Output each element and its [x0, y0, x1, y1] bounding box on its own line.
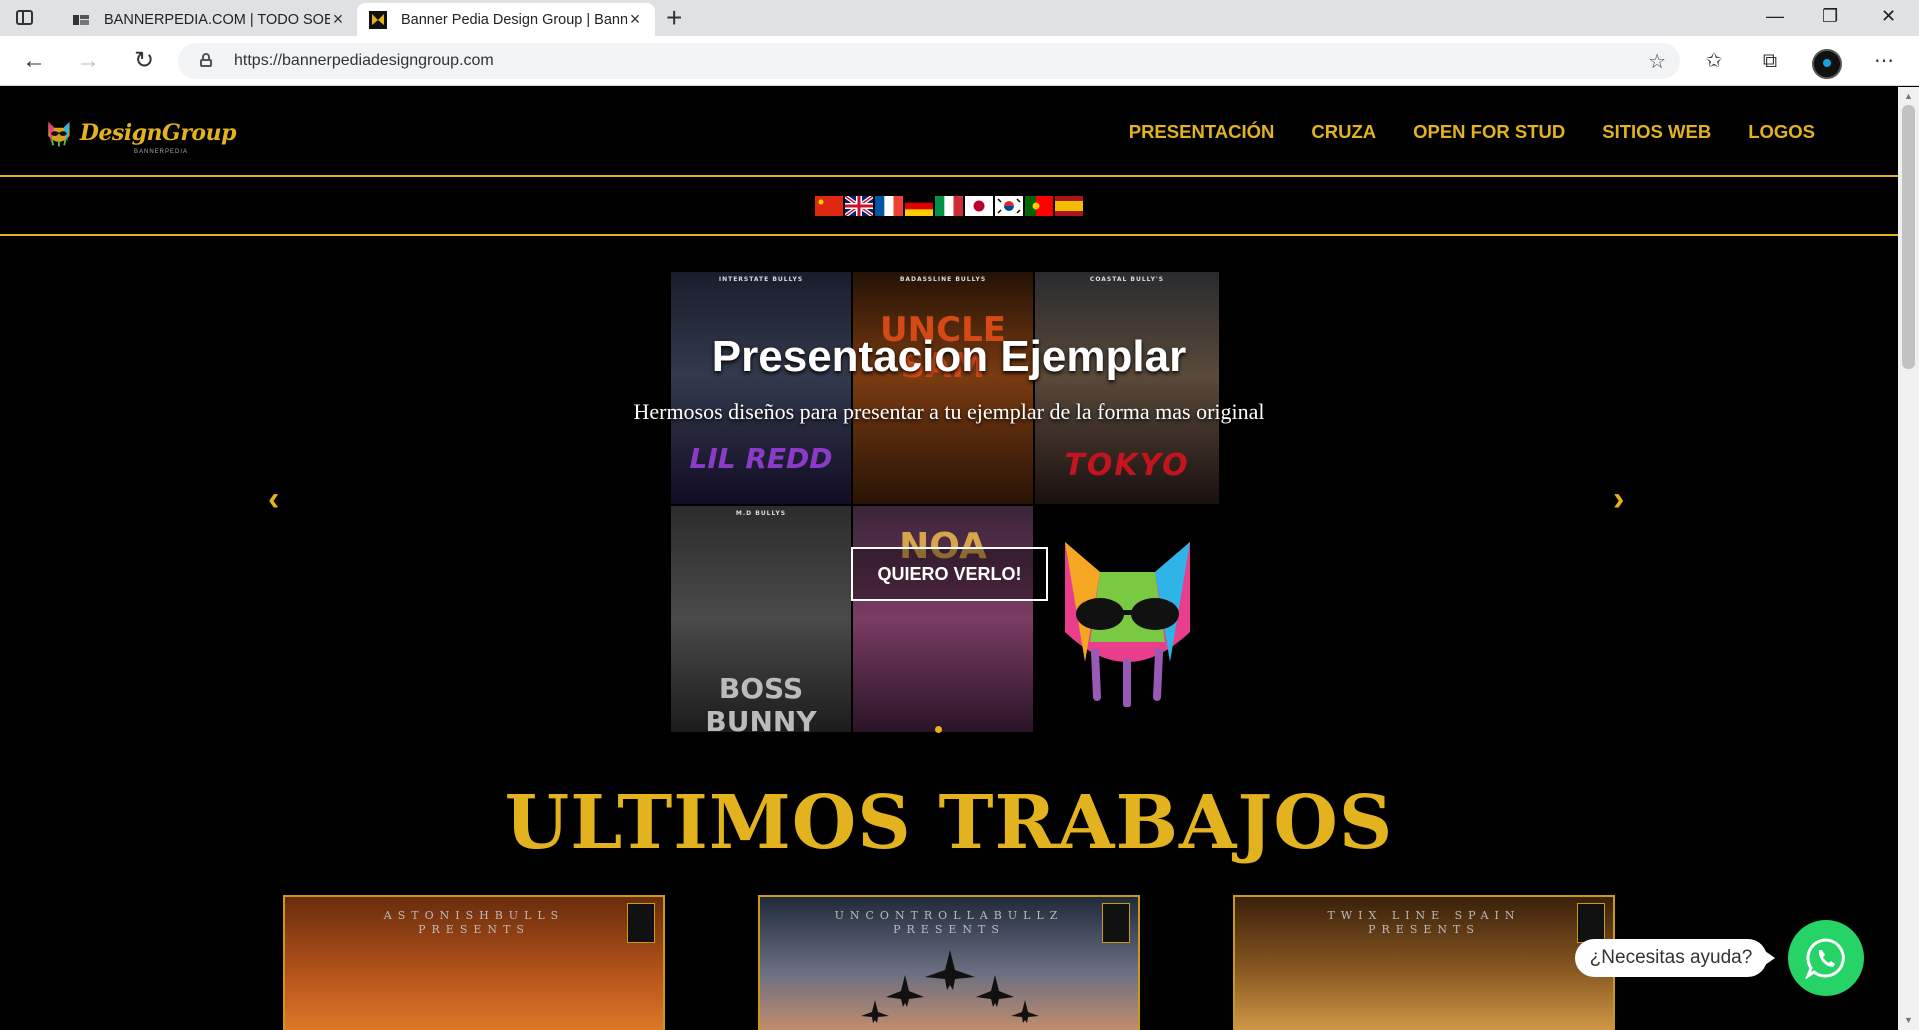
nav-item-open-for-stud[interactable]: OPEN FOR STUD	[1413, 121, 1565, 143]
work-card-subtitle: PRESENTS	[1368, 923, 1480, 936]
browser-tab-bannerpedia[interactable]: BANNERPEDIA.COM | TODO SOBRE ×	[60, 3, 358, 36]
jets-illustration-icon	[861, 950, 1039, 1023]
poster-lil-redd: INTERSTATE BULLYS LIL REDD	[671, 272, 851, 504]
ultimos-trabajos-heading: ULTIMOS TRABAJOS	[504, 780, 1394, 866]
work-card-title: ASTONISHBULLS	[383, 909, 565, 922]
poster-boss-bunny: M.D BULLYS BOSS BUNNY	[671, 506, 851, 732]
work-card[interactable]: ASTONISHBULLS PRESENTS	[283, 895, 665, 1030]
web-page: DesignGroup BANNERPEDIA PRESENTACIÓN CRU…	[0, 87, 1898, 1030]
minimize-window-button[interactable]: —	[1766, 6, 1784, 27]
add-favorite-icon[interactable]: ☆	[1648, 49, 1666, 74]
logo-text: DesignGroup	[79, 120, 237, 146]
designgroup-favicon-icon	[369, 10, 387, 29]
hero-title: Presentacion Ejemplar	[711, 332, 1187, 381]
reload-button[interactable]: ↻	[130, 47, 158, 75]
whatsapp-button[interactable]	[1788, 920, 1864, 996]
poster-main-text: TOKYO	[1064, 448, 1190, 483]
work-card-subtitle: PRESENTS	[893, 923, 1005, 936]
work-card[interactable]: TWIX LINE SPAIN PRESENTS	[1233, 895, 1615, 1030]
card-badge-icon	[1577, 903, 1605, 943]
scrollbar-thumb[interactable]	[1902, 105, 1915, 369]
hero-subtitle: Hermosos diseños para presentar a tu eje…	[633, 399, 1265, 424]
carousel-dot-indicator[interactable]	[935, 726, 942, 733]
nav-item-sitios-web[interactable]: SITIOS WEB	[1602, 121, 1711, 143]
work-card-title: UNCONTROLLABULLZ	[834, 909, 1064, 922]
page-scrollbar[interactable]: ▲ ▼	[1898, 87, 1919, 1030]
whatsapp-help-bubble[interactable]: ¿Necesitas ayuda?	[1575, 939, 1775, 977]
france-flag-icon[interactable]	[875, 196, 903, 216]
portugal-flag-icon[interactable]	[1025, 196, 1053, 216]
favorites-icon[interactable]: ✩	[1700, 47, 1728, 75]
site-logo[interactable]: DesignGroup BANNERPEDIA	[46, 105, 237, 161]
carousel-next-icon[interactable]: ›	[1613, 480, 1624, 519]
poster-noa: NOA	[853, 506, 1033, 732]
browser-tab-designgroup[interactable]: Banner Pedia Design Group | Banner ×	[357, 3, 655, 36]
whatsapp-icon	[1805, 938, 1845, 979]
settings-more-icon[interactable]: ⋯	[1870, 47, 1898, 75]
address-bar[interactable]: https://bannerpediadesigngroup.com ☆	[178, 43, 1680, 79]
forward-button[interactable]: →	[74, 47, 102, 75]
poster-top-text: BADASSLINE BULLYS	[899, 276, 987, 283]
new-tab-button[interactable]: +	[666, 2, 682, 34]
italy-flag-icon[interactable]	[935, 196, 963, 216]
restore-window-button[interactable]: ❐	[1822, 6, 1838, 27]
browser-tabbar: BANNERPEDIA.COM | TODO SOBRE × Banner Pe…	[0, 0, 1919, 36]
site-header: DesignGroup BANNERPEDIA PRESENTACIÓN CRU…	[0, 87, 1898, 177]
work-card[interactable]: UNCONTROLLABULLZ PRESENTS	[758, 895, 1140, 1030]
collections-icon[interactable]: ⧉	[1756, 47, 1784, 75]
tab-actions-icon[interactable]	[14, 8, 36, 28]
work-card-subtitle: PRESENTS	[418, 923, 530, 936]
nav-item-presentacion[interactable]: PRESENTACIÓN	[1129, 121, 1275, 143]
url-text[interactable]: https://bannerpediadesigngroup.com	[234, 52, 494, 70]
back-button[interactable]: ←	[20, 47, 48, 75]
poster-top-text: INTERSTATE BULLYS	[718, 276, 804, 283]
carousel-prev-icon[interactable]: ‹	[268, 480, 279, 519]
poster-top-text: M.D BULLYS	[735, 510, 787, 517]
nav-item-cruza[interactable]: CRUZA	[1311, 121, 1376, 143]
browser-toolbar: ← → ↻ https://bannerpediadesigngroup.com…	[0, 36, 1919, 86]
poster-main-text: LIL REDD	[689, 442, 833, 475]
language-bar	[0, 177, 1898, 236]
work-card-title: TWIX LINE SPAIN	[1327, 909, 1521, 922]
spain-flag-icon[interactable]	[1055, 196, 1083, 216]
close-tab-icon[interactable]: ×	[627, 9, 643, 30]
main-navigation: PRESENTACIÓN CRUZA OPEN FOR STUD SITIOS …	[1129, 121, 1815, 143]
close-window-button[interactable]: ✕	[1881, 6, 1896, 27]
poster-tokyo: COASTAL BULLY'S TOKYO	[1035, 272, 1219, 504]
poster-main-text: BOSS BUNNY	[705, 672, 817, 732]
lock-icon[interactable]	[200, 53, 212, 67]
profile-avatar[interactable]	[1812, 49, 1842, 79]
tab-label: Banner Pedia Design Group | Banner	[401, 11, 627, 28]
scroll-up-icon[interactable]: ▲	[1904, 91, 1913, 101]
nav-item-logos[interactable]: LOGOS	[1748, 121, 1815, 143]
card-badge-icon	[1102, 903, 1130, 943]
card-badge-icon	[627, 903, 655, 943]
scroll-down-icon[interactable]: ▼	[1904, 1015, 1913, 1025]
bannerpedia-favicon-icon	[73, 14, 89, 25]
uk-flag-icon[interactable]	[845, 196, 873, 216]
close-tab-icon[interactable]: ×	[330, 9, 346, 30]
logo-subtext: BANNERPEDIA	[134, 149, 189, 155]
germany-flag-icon[interactable]	[905, 196, 933, 216]
language-flags	[815, 196, 1083, 216]
korea-flag-icon[interactable]	[995, 196, 1023, 216]
china-flag-icon[interactable]	[815, 196, 843, 216]
tab-label: BANNERPEDIA.COM | TODO SOBRE	[104, 11, 330, 28]
poster-uncle-sam: BADASSLINE BULLYS UNCLE SAM	[853, 272, 1033, 504]
quiero-verlo-button[interactable]: QUIERO VERLO!	[851, 547, 1048, 601]
bulldog-mascot-icon	[1065, 542, 1190, 707]
japan-flag-icon[interactable]	[965, 196, 993, 216]
poster-top-text: COASTAL BULLY'S	[1089, 276, 1165, 283]
bulldog-logo-icon	[48, 121, 70, 147]
